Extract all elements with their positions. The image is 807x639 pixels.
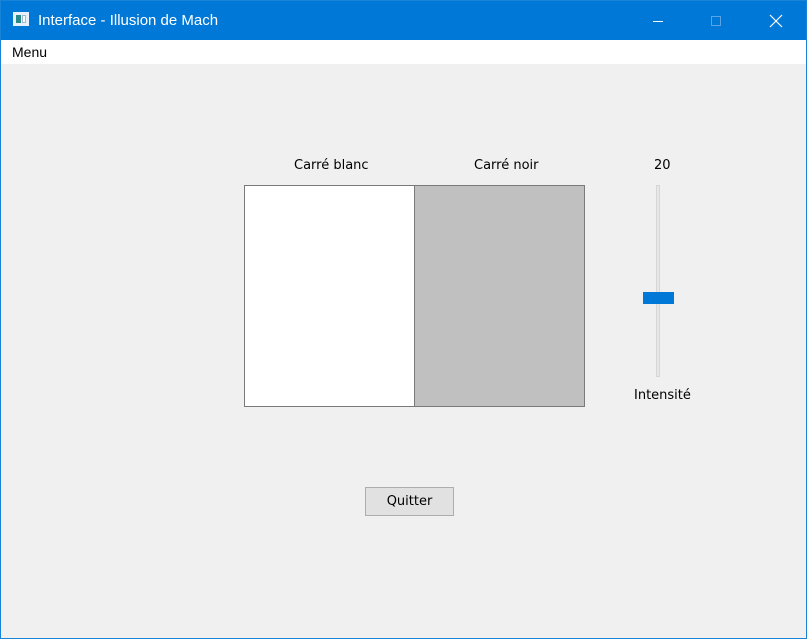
- white-square: [245, 186, 414, 406]
- mach-illusion-canvas: [244, 185, 585, 407]
- close-button[interactable]: [745, 1, 806, 40]
- intensity-value: 20: [654, 158, 671, 173]
- slider-thumb[interactable]: [643, 292, 674, 304]
- menu-bar: Menu: [1, 40, 806, 64]
- quit-button[interactable]: Quitter: [365, 487, 454, 516]
- maximize-icon: [711, 15, 721, 26]
- app-icon-pane-right: [22, 15, 26, 23]
- black-square: [414, 186, 584, 406]
- window-title: Interface - Illusion de Mach: [38, 12, 219, 29]
- app-icon-pane-left: [16, 15, 21, 23]
- title-bar[interactable]: Interface - Illusion de Mach: [1, 1, 806, 40]
- intensity-slider[interactable]: [642, 185, 676, 377]
- intensity-label: Intensité: [634, 388, 691, 403]
- white-square-label: Carré blanc: [294, 158, 369, 173]
- menu-item-menu[interactable]: Menu: [12, 44, 47, 60]
- app-window: Interface - Illusion de Mach Menu Carré …: [0, 0, 807, 639]
- black-square-label: Carré noir: [474, 158, 539, 173]
- minimize-icon: [653, 20, 663, 22]
- app-window-icon: [13, 12, 29, 26]
- maximize-button[interactable]: [687, 1, 745, 40]
- minimize-button[interactable]: [629, 1, 687, 40]
- close-icon: [769, 14, 782, 27]
- slider-track: [656, 185, 660, 377]
